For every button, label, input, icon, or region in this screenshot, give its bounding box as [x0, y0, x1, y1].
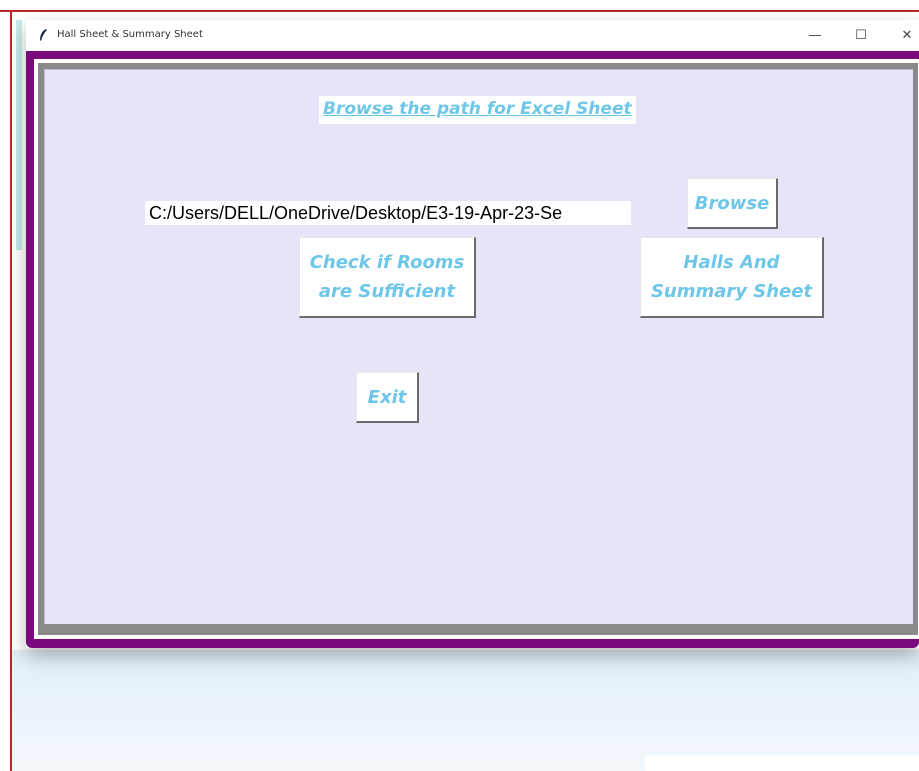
check-rooms-button[interactable]: Check if Rooms are Sufficient [299, 237, 476, 318]
title-bar[interactable]: Hall Sheet & Summary Sheet — ☐ ✕ [26, 20, 919, 51]
page-title: Browse the path for Excel Sheet [319, 96, 636, 124]
window-title: Hall Sheet & Summary Sheet [57, 29, 203, 40]
browse-button[interactable]: Browse [687, 178, 778, 229]
background-sidebar-strip [16, 20, 22, 250]
app-window: Hall Sheet & Summary Sheet — ☐ ✕ Browse … [26, 20, 919, 648]
background-window-edge-top [0, 10, 919, 12]
exit-button-label: Exit [367, 386, 407, 408]
exit-button[interactable]: Exit [356, 372, 419, 423]
frame-inner-border: Browse the path for Excel Sheet Browse C… [38, 63, 918, 635]
halls-summary-button-label: Halls And Summary Sheet [650, 252, 813, 302]
background-patch [645, 755, 919, 771]
maximize-button[interactable]: ☐ [838, 20, 884, 51]
halls-summary-button[interactable]: Halls And Summary Sheet [640, 237, 824, 318]
main-panel: Browse the path for Excel Sheet Browse C… [44, 69, 913, 624]
minimize-button[interactable]: — [792, 20, 838, 51]
background-window-edge-left [0, 12, 12, 771]
check-rooms-button-label: Check if Rooms are Sufficient [309, 252, 465, 302]
close-button[interactable]: ✕ [884, 20, 919, 51]
browse-button-label: Browse [694, 192, 770, 214]
path-input[interactable] [145, 201, 631, 225]
frame-border: Browse the path for Excel Sheet Browse C… [34, 59, 919, 639]
feather-icon [38, 28, 48, 43]
outer-frame: Browse the path for Excel Sheet Browse C… [26, 51, 919, 648]
background-desktop-area [12, 650, 919, 771]
